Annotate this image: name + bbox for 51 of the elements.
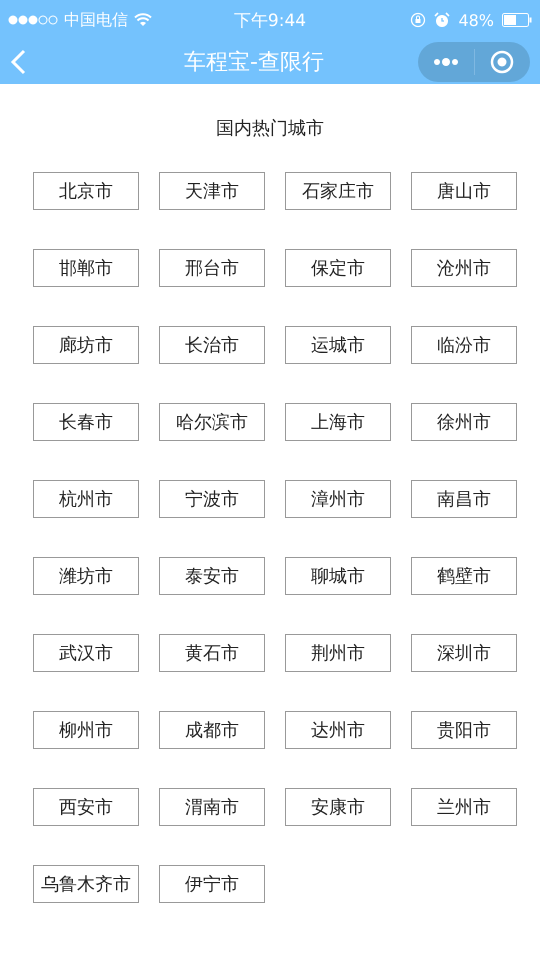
city-button[interactable]: 哈尔滨市	[159, 403, 265, 441]
city-button[interactable]: 西安市	[33, 788, 139, 826]
city-button[interactable]: 南昌市	[411, 480, 517, 518]
battery-icon	[502, 13, 532, 27]
city-button[interactable]: 邯郸市	[33, 249, 139, 287]
city-button[interactable]: 临汾市	[411, 326, 517, 364]
city-button[interactable]: 北京市	[33, 172, 139, 210]
city-button[interactable]: 柳州市	[33, 711, 139, 749]
city-button[interactable]: 达州市	[285, 711, 391, 749]
city-button[interactable]: 荆州市	[285, 634, 391, 672]
city-button[interactable]: 聊城市	[285, 557, 391, 595]
target-icon	[490, 50, 514, 74]
city-button[interactable]: 贵阳市	[411, 711, 517, 749]
city-button[interactable]: 泰安市	[159, 557, 265, 595]
city-button[interactable]: 长春市	[33, 403, 139, 441]
city-button[interactable]: 上海市	[285, 403, 391, 441]
city-button[interactable]: 宁波市	[159, 480, 265, 518]
city-button[interactable]: 运城市	[285, 326, 391, 364]
battery-percent: 48%	[458, 10, 494, 30]
clock-time: 下午9:44	[234, 10, 306, 32]
city-button[interactable]: 乌鲁木齐市	[33, 865, 139, 903]
city-button[interactable]: 邢台市	[159, 249, 265, 287]
city-button[interactable]: 兰州市	[411, 788, 517, 826]
city-button[interactable]: 廊坊市	[33, 326, 139, 364]
city-button[interactable]: 鹤壁市	[411, 557, 517, 595]
city-button[interactable]: 渭南市	[159, 788, 265, 826]
city-button[interactable]: 沧州市	[411, 249, 517, 287]
back-icon	[10, 49, 26, 75]
city-button[interactable]: 伊宁市	[159, 865, 265, 903]
city-button[interactable]: 杭州市	[33, 480, 139, 518]
city-button[interactable]: 石家庄市	[285, 172, 391, 210]
city-button[interactable]: 徐州市	[411, 403, 517, 441]
rotation-lock-icon	[410, 12, 426, 28]
city-button[interactable]: 长治市	[159, 326, 265, 364]
city-button[interactable]: 成都市	[159, 711, 265, 749]
section-title: 国内热门城市	[215, 117, 325, 140]
city-button[interactable]: 天津市	[159, 172, 265, 210]
page-title: 车程宝-查限行	[183, 49, 325, 77]
wifi-icon	[134, 13, 152, 27]
city-button[interactable]: 深圳市	[411, 634, 517, 672]
more-icon	[432, 57, 459, 67]
city-button[interactable]: 漳州市	[285, 480, 391, 518]
city-button[interactable]: 黄石市	[159, 634, 265, 672]
city-button[interactable]: 武汉市	[33, 634, 139, 672]
signal-icon	[8, 15, 58, 25]
city-button[interactable]: 唐山市	[411, 172, 517, 210]
city-button[interactable]: 安康市	[285, 788, 391, 826]
city-button[interactable]: 保定市	[285, 249, 391, 287]
carrier-name: 中国电信	[64, 10, 128, 30]
alarm-icon	[434, 12, 450, 28]
city-button[interactable]: 潍坊市	[33, 557, 139, 595]
